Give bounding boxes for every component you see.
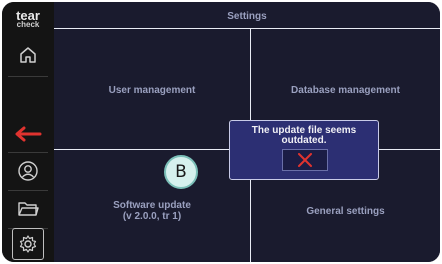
- home-icon: [20, 47, 36, 63]
- software-update-label: Software update: [113, 200, 191, 211]
- settings-panel: Settings User management Database manage…: [54, 2, 440, 262]
- back-button[interactable]: [11, 117, 45, 151]
- sidebar-divider: [8, 76, 48, 77]
- close-icon: [298, 153, 312, 167]
- sidebar: tear check: [2, 2, 54, 262]
- software-update-version: (v 2.0.0, tr 1): [122, 211, 182, 222]
- user-management-label: User management: [108, 85, 196, 96]
- home-button[interactable]: [11, 38, 45, 72]
- sidebar-divider: [8, 152, 48, 153]
- software-update-tile[interactable]: Software update (v 2.0.0, tr 1): [54, 150, 250, 262]
- folder-icon: [18, 202, 39, 216]
- app-logo: tear check: [9, 8, 47, 29]
- gear-icon: [19, 235, 37, 253]
- general-settings-label: General settings: [306, 206, 385, 217]
- user-management-tile[interactable]: User management: [54, 29, 250, 149]
- folder-button[interactable]: [11, 192, 45, 226]
- update-error-dialog: The update file seems outdated.: [229, 120, 379, 180]
- sidebar-divider: [8, 190, 48, 191]
- user-button[interactable]: [11, 154, 45, 188]
- user-icon: [18, 161, 38, 181]
- device-frame: tear check Settings User management Data…: [2, 2, 440, 262]
- logo-line2: check: [16, 20, 40, 29]
- page-title: Settings: [227, 11, 267, 22]
- annotation-badge: B: [164, 155, 198, 189]
- logo-line1: tear: [16, 8, 40, 23]
- dialog-message-line2: outdated.: [281, 135, 327, 146]
- settings-button[interactable]: [12, 228, 44, 260]
- database-management-label: Database management: [291, 85, 400, 96]
- dialog-message: The update file seems outdated.: [230, 126, 378, 146]
- back-arrow-icon: [15, 126, 42, 142]
- dialog-close-button[interactable]: [282, 149, 328, 171]
